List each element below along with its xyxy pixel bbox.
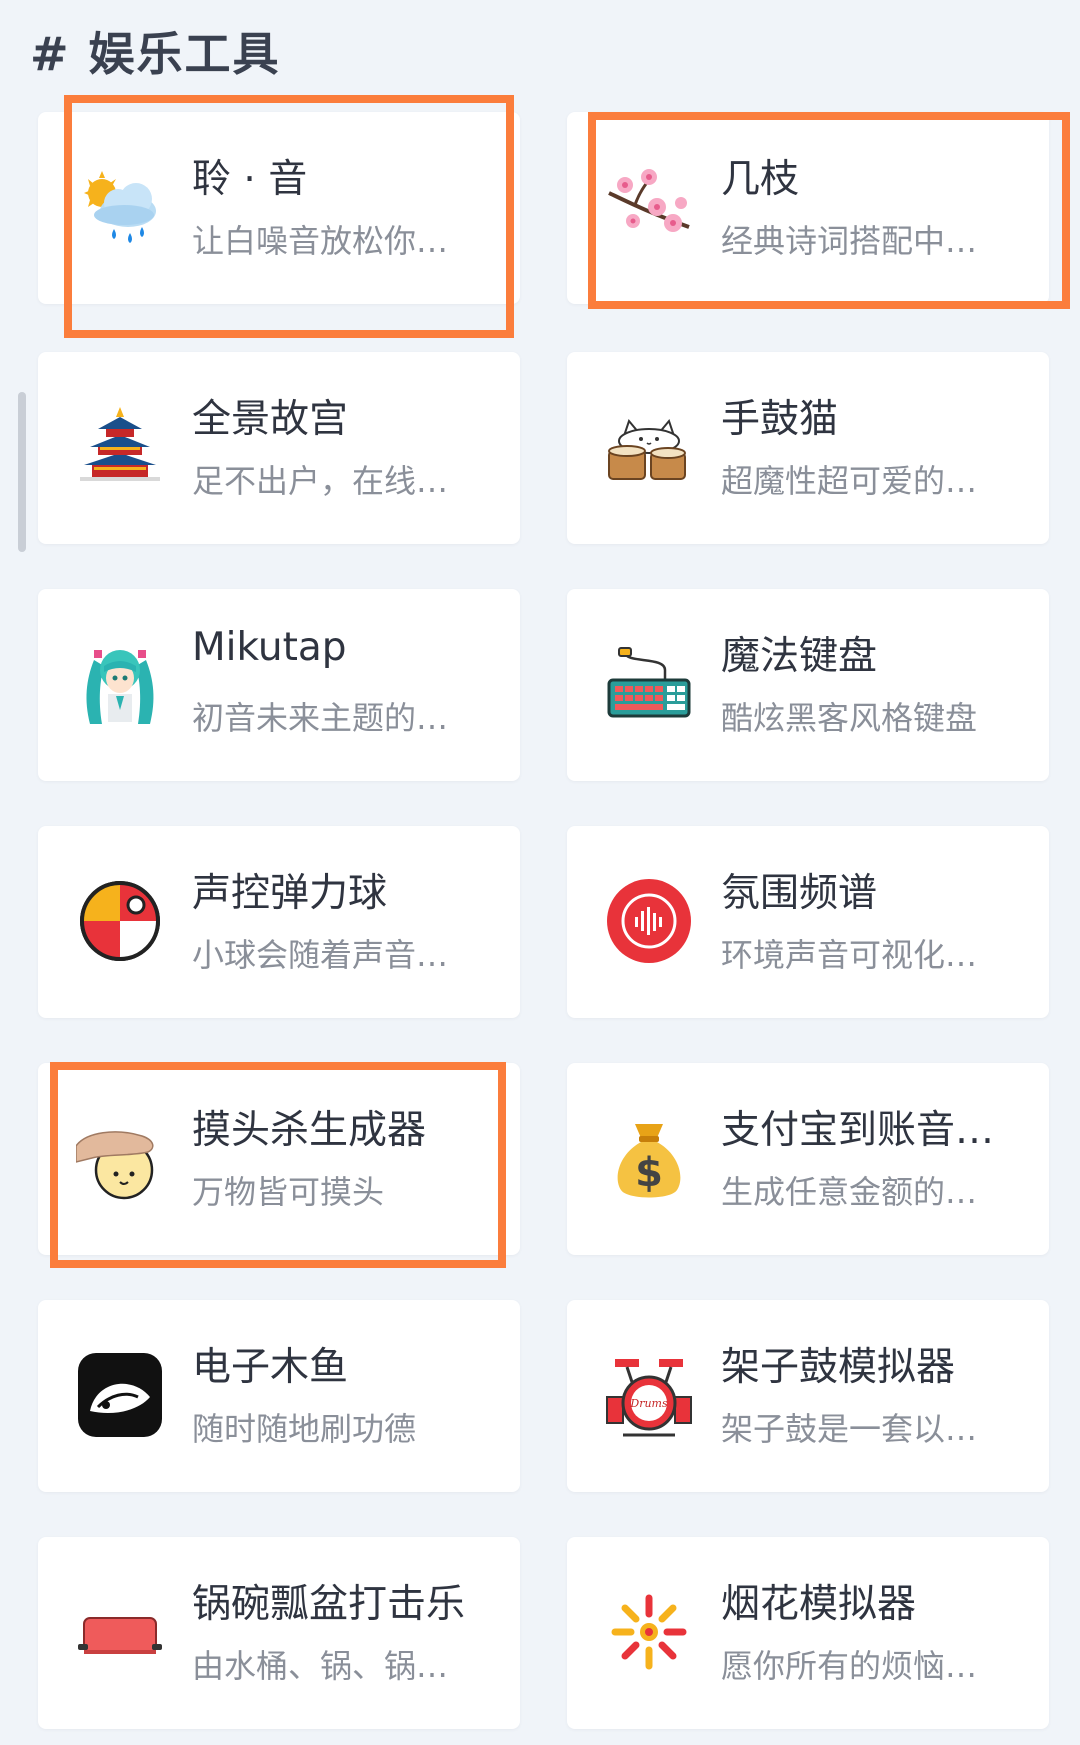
tool-card-mikutap[interactable]: Mikutap 初音未来主题的… [38, 589, 520, 781]
card-title: 魔法键盘 [721, 634, 878, 679]
pot-icon [76, 1588, 164, 1676]
card-desc: 生成任意金额的… [721, 1173, 978, 1211]
card-title: 氛围频谱 [721, 871, 878, 916]
tool-card-alipay-sound[interactable]: $ 支付宝到账音… 生成任意金额的… [567, 1063, 1049, 1255]
card-desc: 足不出户，在线… [192, 462, 449, 500]
keyboard-icon [605, 640, 693, 728]
card-desc: 小球会随着声音… [192, 936, 449, 974]
section-title: # 娱乐工具 [30, 27, 281, 81]
cherry-blossom-icon [605, 163, 693, 251]
tool-card-wooden-fish[interactable]: 电子木鱼 随时随地刷功德 [38, 1300, 520, 1492]
card-desc: 超魔性超可爱的… [721, 462, 978, 500]
card-desc: 万物皆可摸头 [192, 1173, 385, 1211]
money-bag-icon: $ [605, 1114, 693, 1202]
card-desc: 初音未来主题的… [192, 699, 449, 737]
scroll-indicator[interactable] [18, 392, 26, 552]
bongo-cat-icon [605, 403, 693, 491]
card-desc: 酷炫黑客风格键盘 [721, 699, 978, 737]
wooden-fish-icon [76, 1351, 164, 1439]
card-desc: 环境声音可视化… [721, 936, 978, 974]
card-title: 支付宝到账音… [721, 1108, 995, 1153]
card-title: 摸头杀生成器 [192, 1108, 427, 1153]
card-desc: 愿你所有的烦恼… [721, 1647, 978, 1685]
card-title: 烟花模拟器 [721, 1582, 917, 1627]
tool-card-drum-kit[interactable]: Drums 架子鼓模拟器 架子鼓是一套以… [567, 1300, 1049, 1492]
tool-card-voice-ball[interactable]: 声控弹力球 小球会随着声音… [38, 826, 520, 1018]
tool-card-spectrum[interactable]: 氛围频谱 环境声音可视化… [567, 826, 1049, 1018]
head-pat-icon [76, 1114, 164, 1202]
tool-card-jizhi[interactable]: 几枝 经典诗词搭配中… [567, 112, 1049, 304]
temple-icon [76, 403, 164, 491]
card-title: 几枝 [721, 157, 800, 202]
weather-rain-icon [76, 163, 164, 251]
tool-card-firework[interactable]: 烟花模拟器 愿你所有的烦恼… [567, 1537, 1049, 1729]
card-title: 聆 · 音 [192, 157, 308, 202]
card-title: 电子木鱼 [192, 1345, 349, 1390]
tool-card-pot-percussion[interactable]: 锅碗瓢盆打击乐 由水桶、锅、锅… [38, 1537, 520, 1729]
drum-label: Drums [629, 1397, 668, 1410]
tool-card-head-pat[interactable]: 摸头杀生成器 万物皆可摸头 [38, 1063, 520, 1255]
card-desc: 让白噪音放松你… [192, 222, 449, 260]
card-desc: 由水桶、锅、锅… [192, 1647, 449, 1685]
card-title: 手鼓猫 [721, 397, 839, 442]
miku-icon [76, 640, 164, 728]
card-title: Mikutap [192, 625, 347, 670]
card-desc: 架子鼓是一套以… [721, 1410, 978, 1448]
card-desc: 经典诗词搭配中… [721, 222, 978, 260]
tool-card-bongo-cat[interactable]: 手鼓猫 超魔性超可爱的… [567, 352, 1049, 544]
card-title: 架子鼓模拟器 [721, 1345, 956, 1390]
spectrum-icon [605, 877, 693, 965]
card-title: 全景故宫 [192, 397, 349, 442]
tool-card-magic-keyboard[interactable]: 魔法键盘 酷炫黑客风格键盘 [567, 589, 1049, 781]
firework-icon [605, 1588, 693, 1676]
tool-card-lingyin[interactable]: 聆 · 音 让白噪音放松你… [38, 112, 520, 304]
drum-kit-icon: Drums [605, 1351, 693, 1439]
card-title: 声控弹力球 [192, 871, 388, 916]
beach-ball-icon [76, 877, 164, 965]
card-title: 锅碗瓢盆打击乐 [192, 1582, 466, 1627]
svg-text:$: $ [635, 1150, 663, 1196]
tool-card-gugong[interactable]: 全景故宫 足不出户，在线… [38, 352, 520, 544]
card-desc: 随时随地刷功德 [192, 1410, 417, 1448]
